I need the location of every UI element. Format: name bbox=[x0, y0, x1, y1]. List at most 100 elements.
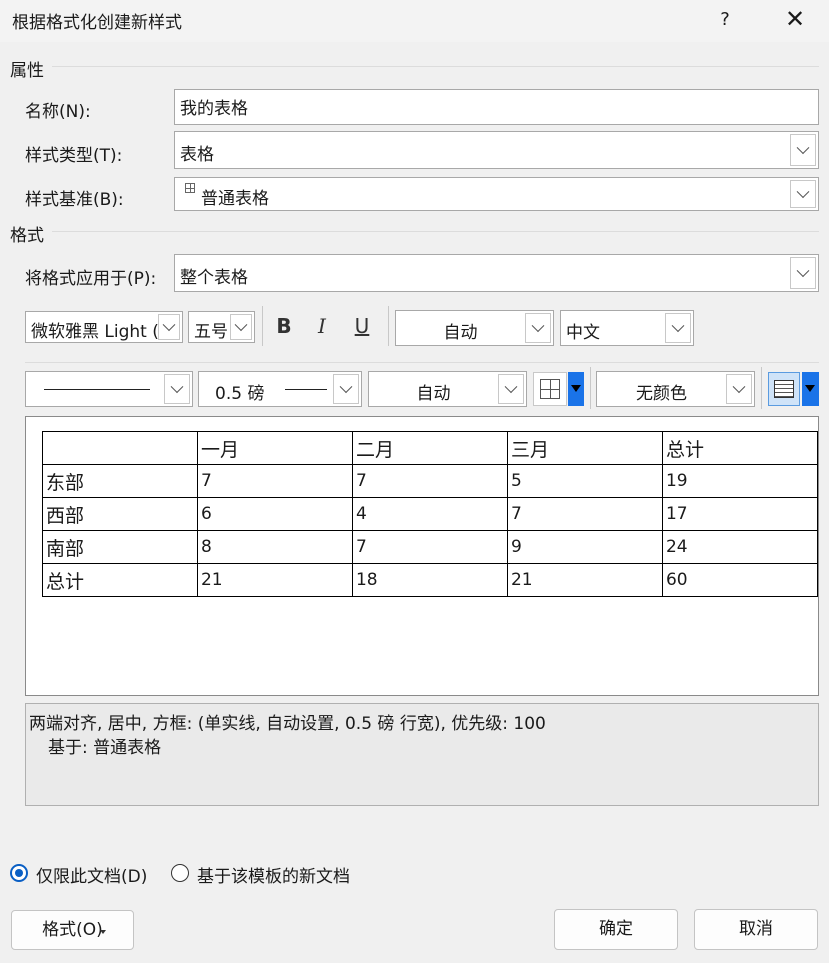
section-divider bbox=[52, 66, 819, 67]
line-width-sample bbox=[285, 389, 327, 390]
section-divider bbox=[52, 231, 819, 232]
table-cell: 7 bbox=[351, 464, 508, 498]
table-cell: 总计 bbox=[661, 431, 819, 465]
script-dropdown[interactable]: 中文 bbox=[560, 310, 694, 346]
properties-section-title: 属性 bbox=[10, 61, 44, 81]
table-cell: 8 bbox=[196, 530, 353, 564]
chevron-down-icon[interactable] bbox=[790, 257, 816, 289]
table-cell: 一月 bbox=[196, 431, 353, 465]
chevron-down-icon[interactable] bbox=[498, 374, 524, 404]
script-value: 中文 bbox=[566, 323, 600, 343]
font-color-dropdown[interactable]: 自动 bbox=[395, 310, 554, 346]
table-cell: 西部 bbox=[42, 497, 198, 531]
style-based-dropdown[interactable]: 普通表格 bbox=[174, 177, 819, 211]
toolbar-divider bbox=[388, 306, 389, 346]
font-value: 微软雅黑 Light ( bbox=[31, 322, 159, 342]
description-line-1: 两端对齐, 居中, 方框: (单实线, 自动设置, 0.5 磅 行宽), 优先级… bbox=[29, 714, 546, 734]
toolbar-divider bbox=[25, 362, 819, 363]
style-type-value: 表格 bbox=[180, 145, 214, 165]
chevron-down-icon[interactable] bbox=[525, 313, 551, 343]
caret-down-icon bbox=[100, 930, 106, 934]
table-cell: 18 bbox=[351, 563, 508, 597]
font-size-value: 五号 bbox=[194, 322, 228, 342]
name-label: 名称(N): bbox=[25, 102, 91, 122]
close-button[interactable]: ✕ bbox=[776, 4, 814, 36]
table-row: 东部 7 7 5 19 bbox=[42, 464, 819, 498]
new-documents-radio[interactable] bbox=[171, 864, 189, 882]
preview-table: 一月 二月 三月 总计 东部 7 7 5 19 西部 6 4 7 17 南部 8… bbox=[42, 431, 819, 597]
name-input-value: 我的表格 bbox=[180, 99, 248, 119]
name-input[interactable]: 我的表格 bbox=[174, 89, 819, 125]
border-style-dropdown[interactable] bbox=[25, 371, 193, 407]
shading-value: 无颜色 bbox=[636, 384, 687, 404]
font-dropdown[interactable]: 微软雅黑 Light ( bbox=[25, 311, 183, 343]
table-cell: 7 bbox=[196, 464, 353, 498]
table-cell: 二月 bbox=[351, 431, 508, 465]
table-cell: 21 bbox=[506, 563, 663, 597]
style-type-dropdown[interactable]: 表格 bbox=[174, 131, 819, 169]
apply-to-label: 将格式应用于(P): bbox=[25, 269, 157, 289]
shading-dropdown[interactable]: 无颜色 bbox=[596, 371, 755, 407]
only-this-document-radio[interactable] bbox=[10, 864, 28, 882]
border-width-dropdown[interactable]: 0.5 磅 bbox=[198, 371, 362, 407]
table-cell: 5 bbox=[506, 464, 663, 498]
table-cell: 21 bbox=[196, 563, 353, 597]
chevron-down-icon[interactable] bbox=[790, 180, 816, 208]
table-cell: 7 bbox=[351, 530, 508, 564]
chevron-down-icon[interactable] bbox=[164, 374, 190, 404]
chevron-down-icon[interactable] bbox=[158, 314, 180, 340]
chevron-down-icon[interactable] bbox=[665, 313, 691, 343]
table-cell bbox=[42, 431, 198, 465]
chevron-down-icon[interactable] bbox=[726, 374, 752, 404]
line-style-sample bbox=[44, 389, 150, 390]
help-button[interactable]: ? bbox=[708, 4, 742, 36]
borders-dropdown-arrow[interactable] bbox=[568, 372, 584, 406]
italic-button[interactable]: I bbox=[308, 311, 336, 343]
table-row: 总计 21 18 21 60 bbox=[42, 563, 819, 597]
ok-button[interactable]: 确定 bbox=[554, 909, 678, 950]
alignment-dropdown-arrow[interactable] bbox=[802, 372, 819, 406]
only-this-document-label[interactable]: 仅限此文档(D) bbox=[36, 862, 147, 887]
dialog-title: 根据格式化创建新样式 bbox=[12, 13, 182, 33]
align-icon bbox=[774, 380, 794, 398]
table-cell: 东部 bbox=[42, 464, 198, 498]
table-icon bbox=[185, 183, 195, 193]
table-cell: 7 bbox=[506, 497, 663, 531]
font-size-dropdown[interactable]: 五号 bbox=[188, 311, 255, 343]
apply-to-value: 整个表格 bbox=[180, 268, 248, 288]
table-row: 西部 6 4 7 17 bbox=[42, 497, 819, 531]
font-color-value: 自动 bbox=[443, 323, 478, 343]
style-based-value: 普通表格 bbox=[201, 189, 269, 209]
borders-button[interactable] bbox=[533, 372, 567, 406]
table-cell: 三月 bbox=[506, 431, 663, 465]
toolbar-divider bbox=[262, 306, 263, 346]
table-row: 南部 8 7 9 24 bbox=[42, 530, 819, 564]
style-based-label: 样式基准(B): bbox=[25, 190, 124, 210]
table-cell: 19 bbox=[661, 464, 819, 498]
format-section-title: 格式 bbox=[10, 226, 44, 246]
alignment-button[interactable] bbox=[768, 372, 800, 406]
format-menu-button[interactable]: 格式(O) bbox=[11, 910, 134, 950]
toolbar-divider bbox=[590, 367, 591, 409]
chevron-down-icon[interactable] bbox=[333, 374, 359, 404]
table-cell: 总计 bbox=[42, 563, 198, 597]
border-width-value: 0.5 磅 bbox=[215, 384, 265, 404]
table-cell: 24 bbox=[661, 530, 819, 564]
all-borders-icon bbox=[540, 379, 560, 399]
table-cell: 6 bbox=[196, 497, 353, 531]
bold-button[interactable]: B bbox=[270, 311, 298, 343]
table-cell: 4 bbox=[351, 497, 508, 531]
table-cell: 60 bbox=[661, 563, 819, 597]
chevron-down-icon[interactable] bbox=[230, 314, 252, 340]
border-color-value: 自动 bbox=[416, 384, 451, 404]
table-cell: 南部 bbox=[42, 530, 198, 564]
style-type-label: 样式类型(T): bbox=[25, 146, 123, 166]
description-line-2: 基于: 普通表格 bbox=[48, 738, 162, 758]
border-color-dropdown[interactable]: 自动 bbox=[368, 371, 527, 407]
new-documents-label[interactable]: 基于该模板的新文档 bbox=[197, 862, 350, 887]
chevron-down-icon[interactable] bbox=[790, 134, 816, 166]
cancel-button[interactable]: 取消 bbox=[694, 909, 818, 950]
apply-to-dropdown[interactable]: 整个表格 bbox=[174, 254, 819, 292]
table-row: 一月 二月 三月 总计 bbox=[42, 431, 819, 465]
underline-button[interactable]: U bbox=[348, 311, 376, 343]
